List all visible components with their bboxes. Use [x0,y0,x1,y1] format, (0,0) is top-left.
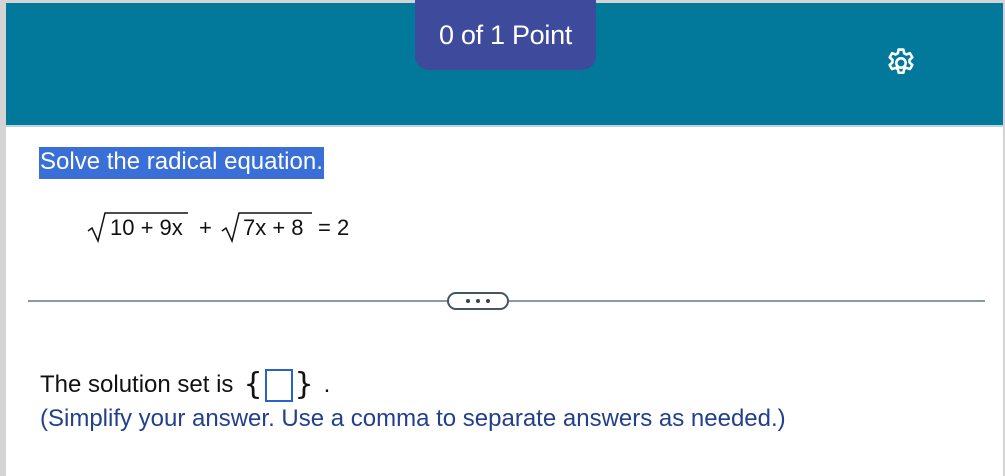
radicand-2: 7x + 8 [243,215,304,240]
close-brace: } [294,367,314,402]
question-instruction: Solve the radical equation. [39,147,324,179]
equation-rhs: = 2 [318,215,349,240]
ellipsis-button[interactable] [447,292,509,310]
ellipsis-icon [466,299,470,303]
settings-button[interactable] [882,44,920,82]
points-label: 0 of 1 Point [439,20,572,50]
plus-operator: + [199,215,212,240]
radical-equation: 10 + 9x + 7x + 8 = 2 [87,205,368,249]
points-badge: 0 of 1 Point [415,0,596,70]
header-divider [6,125,1003,127]
answer-hint: (Simplify your answer. Use a comma to se… [40,405,786,432]
answer-suffix: . [323,371,331,398]
radicand-1: 10 + 9x [110,215,183,240]
answer-input[interactable] [264,368,293,402]
gear-icon [888,48,914,75]
answer-prefix: The solution set is [40,371,234,398]
answer-line: The solution set is { } . [40,368,330,402]
radical-2: 7x + 8 [221,212,312,244]
open-brace: { [243,367,263,402]
radical-1: 10 + 9x [87,212,188,244]
